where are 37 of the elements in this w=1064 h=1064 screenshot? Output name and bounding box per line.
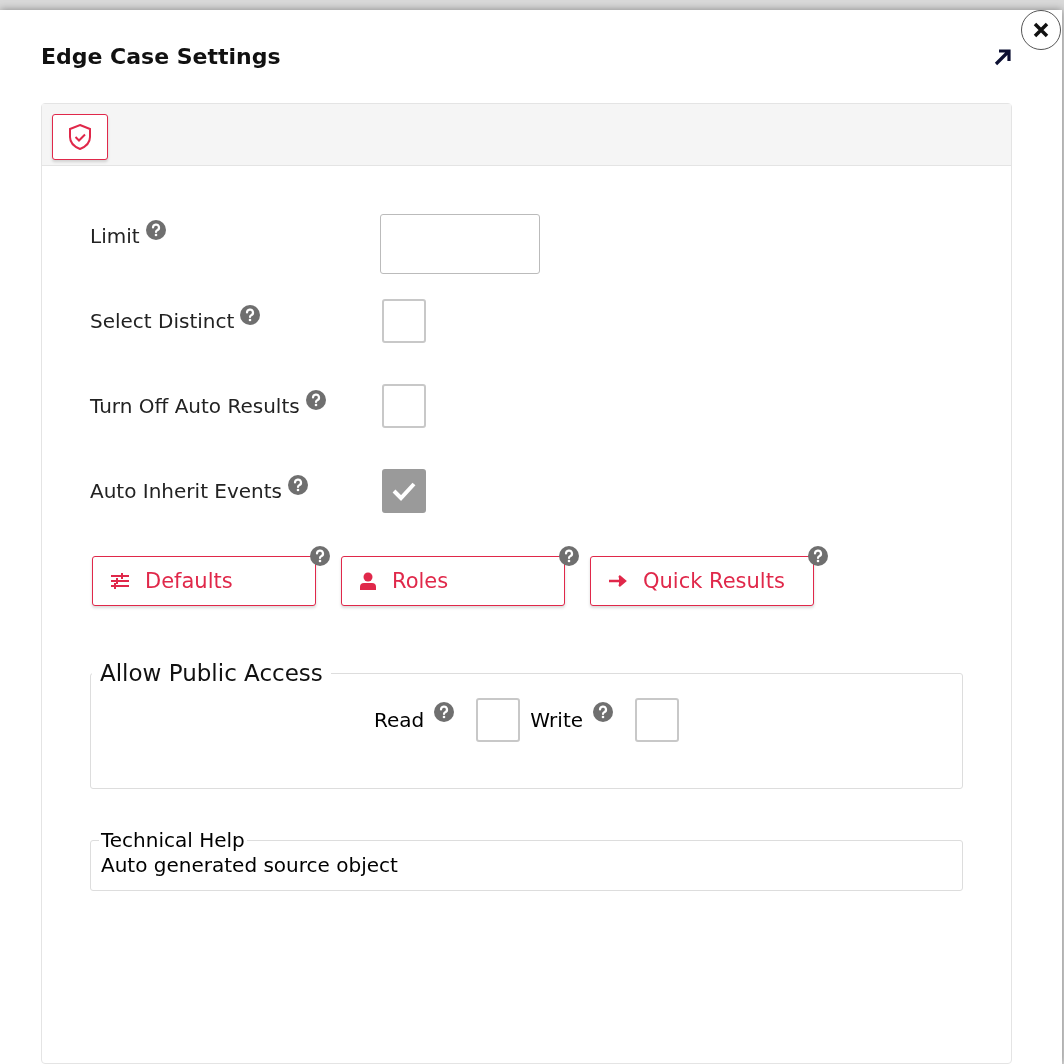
- expand-icon[interactable]: [994, 47, 1012, 66]
- help-icon[interactable]: [288, 475, 309, 495]
- help-icon[interactable]: [240, 305, 261, 325]
- checkbox[interactable]: [382, 469, 426, 513]
- help-icon[interactable]: [593, 702, 614, 722]
- user-icon: [360, 572, 376, 590]
- shield-button[interactable]: [52, 114, 108, 160]
- help-icon[interactable]: [559, 546, 579, 566]
- help-icon[interactable]: [808, 546, 828, 566]
- help-text: Auto generated source object: [100, 853, 399, 877]
- help-icon[interactable]: [310, 546, 330, 566]
- field-label: Auto Inherit Events: [90, 479, 283, 503]
- checkbox[interactable]: [635, 698, 680, 742]
- close-icon: [1032, 21, 1050, 39]
- field-label: Turn Off Auto Results: [90, 394, 300, 418]
- checkbox[interactable]: [382, 299, 426, 343]
- arrow-icon: [609, 575, 627, 587]
- close-button[interactable]: [1021, 10, 1061, 50]
- field-label: Limit: [90, 224, 140, 248]
- checkbox[interactable]: [476, 698, 521, 742]
- option-label: Read: [373, 708, 425, 732]
- action-button[interactable]: Roles: [341, 556, 565, 606]
- check-icon: [391, 481, 417, 501]
- group-legend: Allow Public Access: [92, 660, 331, 686]
- sliders-icon: [111, 573, 129, 589]
- help-icon[interactable]: [434, 702, 455, 722]
- action-button[interactable]: Quick Results: [590, 556, 814, 606]
- action-button[interactable]: Defaults: [92, 556, 316, 606]
- option-label: Write: [530, 708, 584, 732]
- shield-icon: [67, 123, 93, 151]
- help-icon[interactable]: [305, 390, 326, 410]
- help-icon[interactable]: [145, 220, 166, 240]
- checkbox[interactable]: [382, 384, 426, 428]
- field-label: Select Distinct: [90, 309, 235, 333]
- dialog-title: Edge Case Settings: [41, 44, 281, 69]
- input-field[interactable]: [380, 214, 540, 274]
- group-legend: Technical Help: [99, 829, 247, 851]
